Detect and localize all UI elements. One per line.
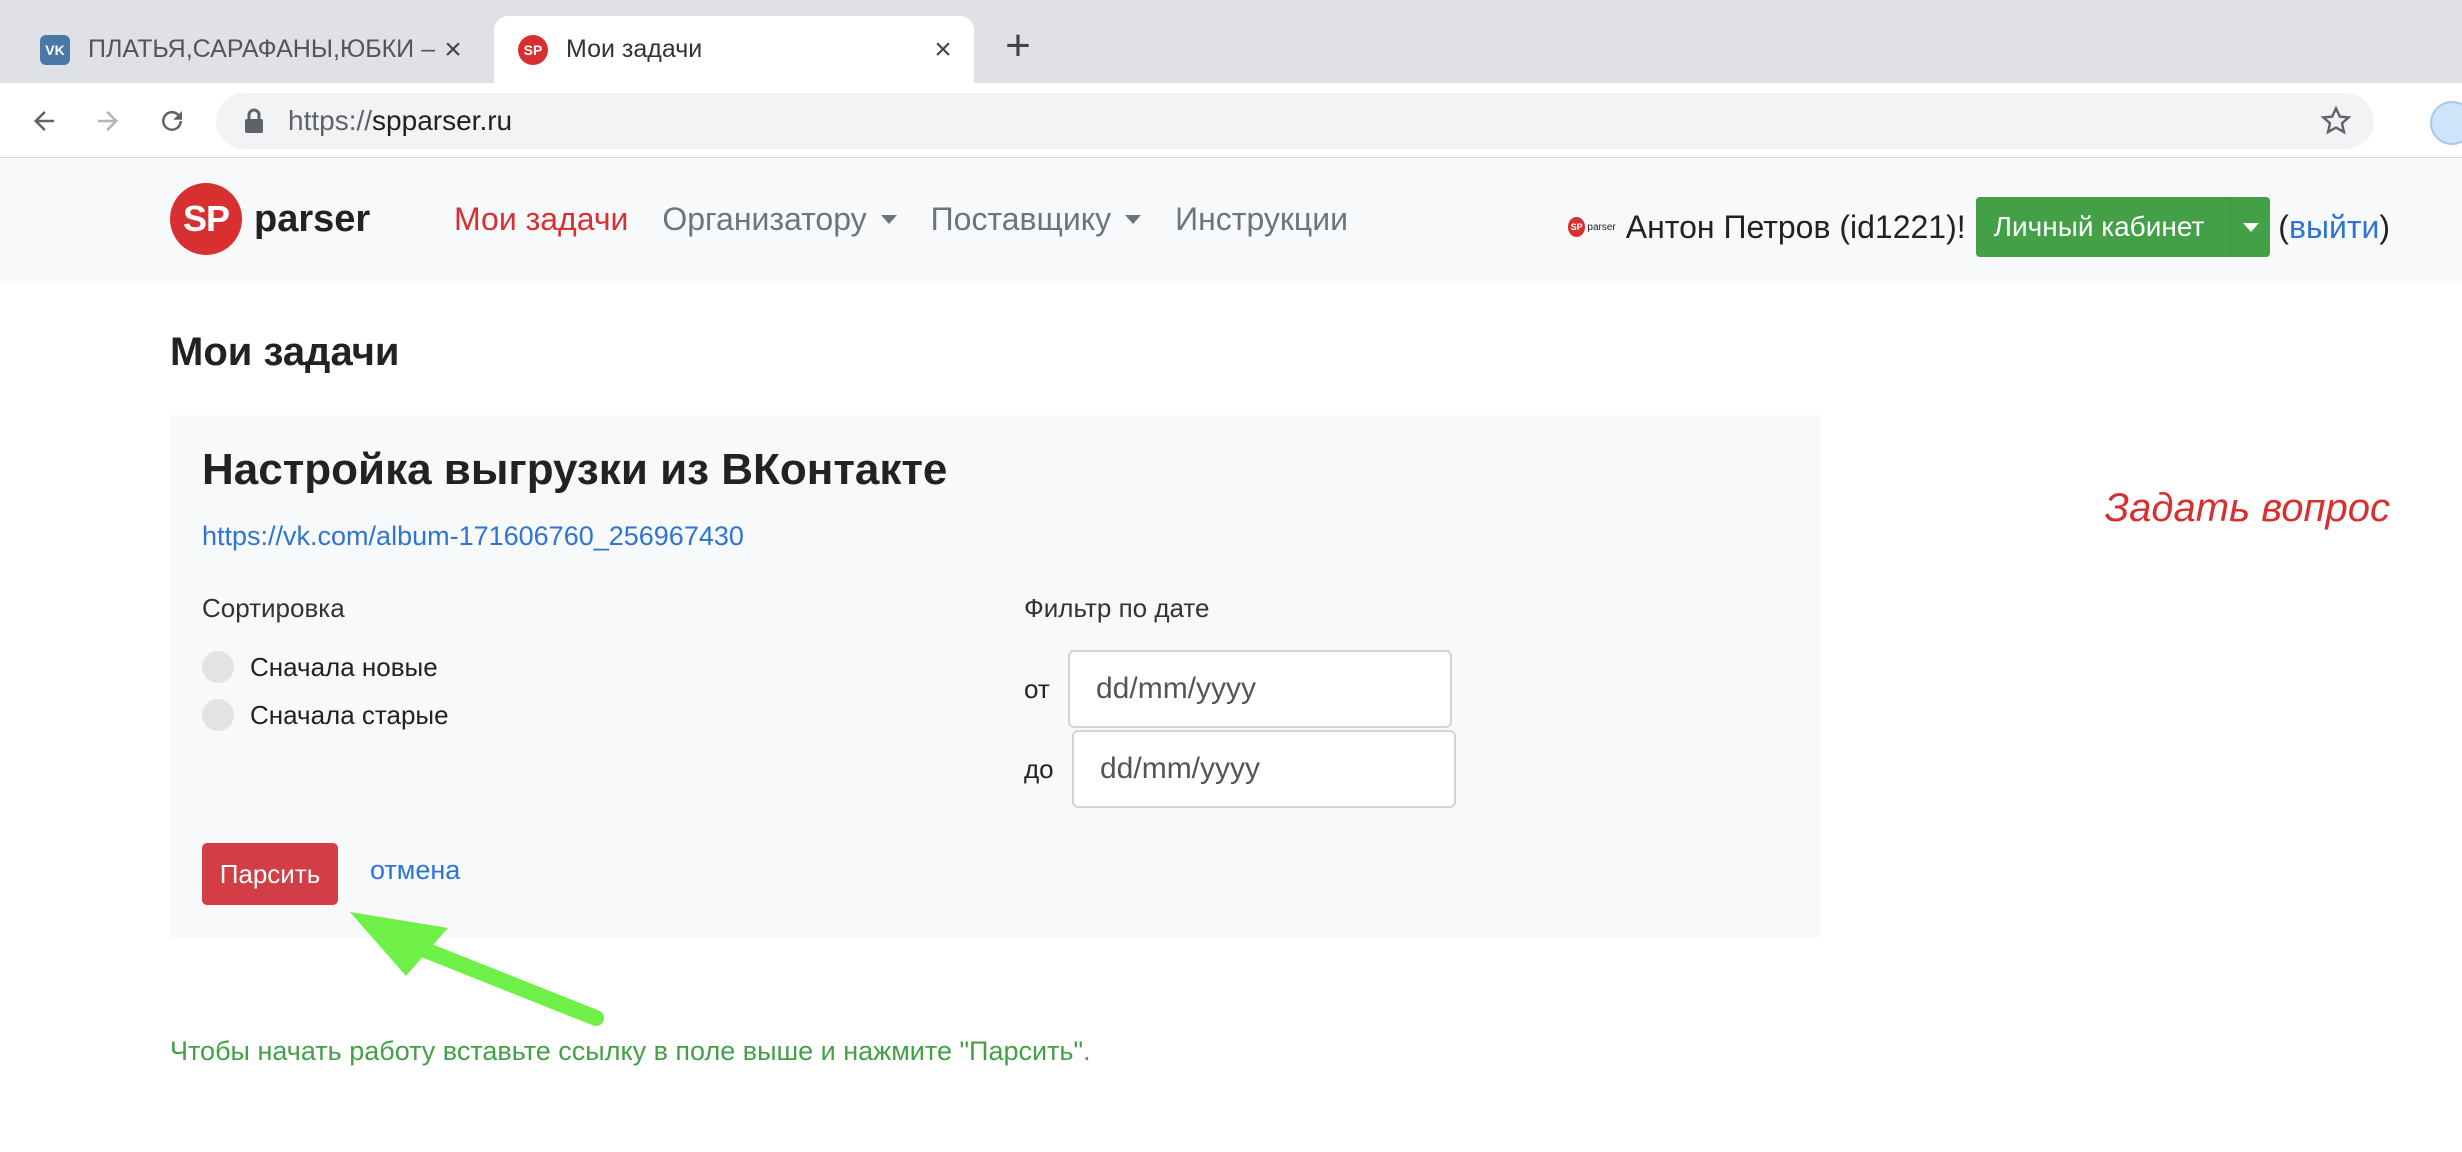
caret-down-icon [880,215,897,224]
browser-tab-vk[interactable]: VK ПЛАТЬЯ,САРАФАНЫ,ЮБКИ – ... × [24,16,484,83]
forward-icon[interactable] [86,99,130,143]
bookmark-star-icon[interactable] [2320,105,2352,137]
logo-text: parser [254,197,371,240]
date-to-input[interactable]: dd/mm/yyyy [1072,730,1456,808]
cancel-link[interactable]: отмена [370,855,460,886]
browser-toolbar: https://spparser.ru [0,83,2462,158]
logout-wrapper: (выйти) [2278,208,2390,245]
sort-option-oldest[interactable]: Сначала старые [202,699,449,731]
nav-my-tasks[interactable]: Мои задачи [454,201,628,238]
close-icon[interactable]: × [928,33,958,66]
ask-question-link[interactable]: Задать вопрос [2105,486,2390,531]
profile-avatar-icon[interactable] [2430,101,2462,145]
panel-title: Настройка выгрузки из ВКонтакте [202,445,948,494]
page-title: Мои задачи [170,330,400,374]
logo-mark: SP [170,183,242,255]
nav-supplier[interactable]: Поставщику [931,201,1142,238]
parse-button[interactable]: Парсить [202,843,338,905]
sort-option-newest[interactable]: Сначала новые [202,651,438,683]
vk-export-panel: Настройка выгрузки из ВКонтакте https://… [170,415,1820,938]
address-bar[interactable]: https://spparser.ru [216,93,2374,149]
site-logo[interactable]: SP parser [170,183,370,255]
user-greeting: Антон Петров (id1221)! [1625,208,1966,245]
hint-text: Чтобы начать работу вставьте ссылку в по… [170,1036,1091,1066]
date-from-row: от dd/mm/yyyy [1024,650,1452,728]
lock-icon [240,107,268,135]
from-label: от [1024,673,1050,704]
caret-down-icon [1125,215,1142,224]
main-nav: Мои задачи Организатору Поставщику Инстр… [454,201,1382,238]
nav-organizer[interactable]: Организатору [662,201,897,238]
logout-link[interactable]: выйти [2289,209,2379,245]
sort-label: Сортировка [202,593,345,623]
caret-down-icon [2242,222,2259,232]
browser-tab-active[interactable]: SP Мои задачи × [494,16,974,83]
user-avatar: SP parser [1567,207,1616,247]
new-tab-icon[interactable]: + [998,24,1038,68]
close-icon[interactable]: × [438,33,468,66]
tab-title: ПЛАТЬЯ,САРАФАНЫ,ЮБКИ – ... [88,35,438,63]
vk-favicon-icon: VK [40,34,70,65]
cabinet-button[interactable]: Личный кабинет [1975,197,2271,257]
sp-favicon-icon: SP [518,34,548,65]
cabinet-dropdown-toggle[interactable] [2230,197,2270,257]
user-area: SP parser Антон Петров (id1221)! Личный к… [1567,197,2390,257]
back-icon[interactable] [22,99,66,143]
album-link[interactable]: https://vk.com/album-171606760_256967430 [202,521,744,552]
reload-icon[interactable] [150,99,194,143]
browser-tab-bar: VK ПЛАТЬЯ,САРАФАНЫ,ЮБКИ – ... × SP Мои з… [0,0,2462,83]
date-from-input[interactable]: dd/mm/yyyy [1068,650,1452,728]
date-filter-label: Фильтр по дате [1024,593,1210,623]
site-header: SP parser Мои задачи Организатору Постав… [0,159,2462,283]
green-arrow-annotation [350,912,604,1026]
radio-button[interactable] [202,699,234,731]
nav-instructions[interactable]: Инструкции [1175,201,1348,238]
date-to-row: до dd/mm/yyyy [1024,730,1456,808]
radio-button[interactable] [202,651,234,683]
to-label: до [1024,753,1054,784]
tab-title: Мои задачи [566,35,703,63]
url-text: https://spparser.ru [288,105,513,136]
